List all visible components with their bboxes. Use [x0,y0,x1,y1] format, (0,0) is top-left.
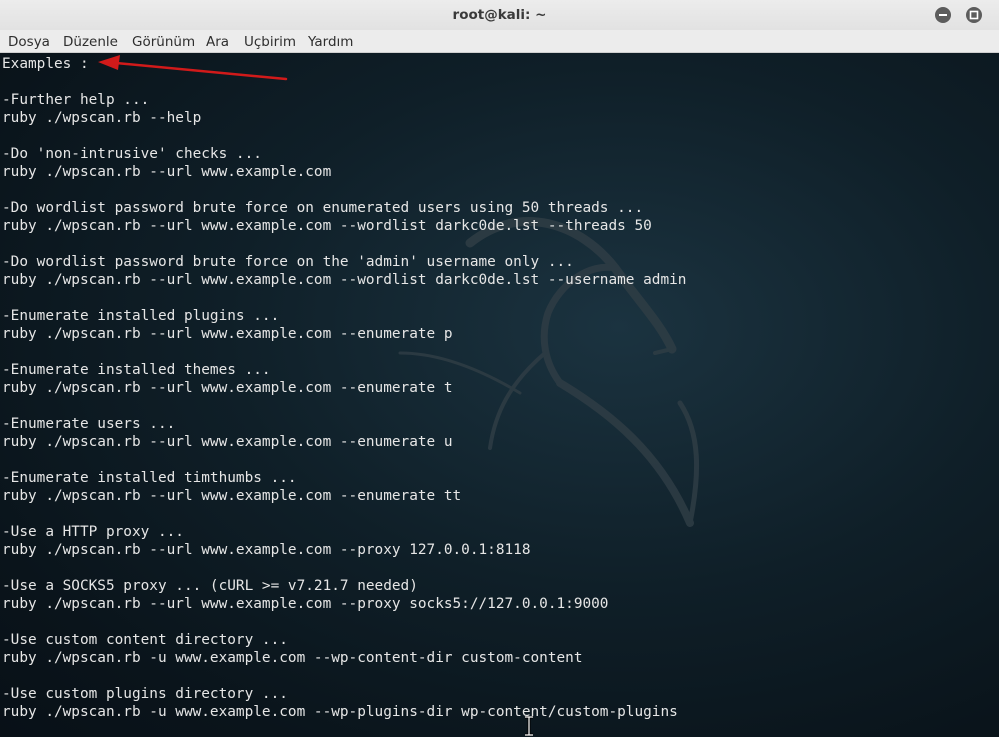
terminal-line: -Do wordlist password brute force on the… [2,254,574,270]
terminal-line: Examples : [2,56,89,72]
menu-bar: Dosya Düzenle Görünüm Ara Uçbirim Yardım [0,30,999,53]
terminal-line: -Do 'non-intrusive' checks ... [2,146,262,162]
terminal-line: ruby ./wpscan.rb --url www.example.com -… [2,434,453,450]
terminal-line: -Enumerate installed plugins ... [2,308,280,324]
terminal-line: ruby ./wpscan.rb -u www.example.com --wp… [2,704,678,720]
terminal-line: -Enumerate installed themes ... [2,362,271,378]
terminal-line: ruby ./wpscan.rb -u www.example.com --wp… [2,650,583,666]
terminal-line: -Use custom content directory ... [2,632,288,648]
menu-ucbirim[interactable]: Uçbirim [244,30,296,52]
terminal-line: ruby ./wpscan.rb --url www.example.com -… [2,488,462,504]
menu-duzenle[interactable]: Düzenle [63,30,118,52]
maximize-icon [969,10,979,20]
maximize-button[interactable] [966,7,982,23]
terminal-line: -Use a SOCKS5 proxy ... (cURL >= v7.21.7… [2,578,418,594]
terminal-line: -Do wordlist password brute force on enu… [2,200,644,216]
menu-gorunum[interactable]: Görünüm [132,30,195,52]
terminal-line: ruby ./wpscan.rb --url www.example.com -… [2,542,531,558]
menu-ara[interactable]: Ara [206,30,229,52]
terminal-line: -Further help ... [2,92,150,108]
terminal-area[interactable]: Examples : -Further help ... ruby ./wpsc… [0,53,999,737]
terminal-line: ruby ./wpscan.rb --url www.example.com -… [2,326,453,342]
window-title: root@kali: ~ [452,7,547,23]
terminal-line: -Use custom plugins directory ... [2,686,288,702]
terminal-window: root@kali: ~ Dosya Düzenle Görünüm Ara U… [0,0,999,737]
terminal-line: ruby ./wpscan.rb --url www.example.com -… [2,380,453,396]
terminal-line: ruby ./wpscan.rb --help [2,110,202,126]
terminal-output: Examples : -Further help ... ruby ./wpsc… [2,55,686,721]
terminal-line: ruby ./wpscan.rb --url www.example.com [2,164,332,180]
minimize-button[interactable] [935,7,951,23]
menu-yardim[interactable]: Yardım [308,30,353,52]
terminal-line: -Enumerate installed timthumbs ... [2,470,297,486]
terminal-line: ruby ./wpscan.rb --url www.example.com -… [2,596,609,612]
terminal-line: ruby ./wpscan.rb --url www.example.com -… [2,272,687,288]
text-cursor-icon [525,716,533,736]
terminal-line: -Enumerate users ... [2,416,176,432]
minimize-icon [939,14,947,16]
terminal-line: -Use a HTTP proxy ... [2,524,184,540]
terminal-line: ruby ./wpscan.rb --url www.example.com -… [2,218,652,234]
menu-dosya[interactable]: Dosya [8,30,50,52]
title-bar[interactable]: root@kali: ~ [0,0,999,30]
